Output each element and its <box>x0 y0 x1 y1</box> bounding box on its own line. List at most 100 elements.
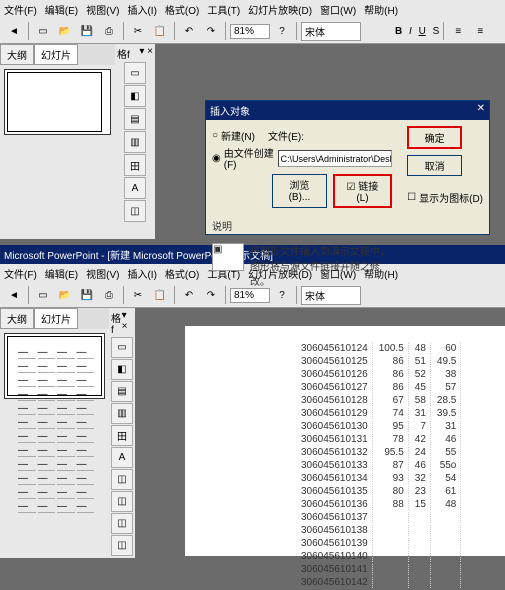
mid-toolbox: 格f▾ × ▭ ◧ ▤ ▥ 田 A ◫ ◫ ◫ ◫ <box>109 308 135 558</box>
tab-outline[interactable]: 大纲 <box>0 44 34 65</box>
font-select[interactable]: 宋体 <box>301 22 361 41</box>
table-row: 306045610139 <box>297 538 461 549</box>
undo-icon[interactable]: ↶ <box>179 21 199 41</box>
table-row: 306045610141 <box>297 564 461 575</box>
radio-from-file[interactable]: ◉由文件创建(F) C:\Users\Administrator\Desktop… <box>212 145 392 171</box>
tool-text[interactable]: A <box>111 447 133 468</box>
shadow-button[interactable]: S <box>433 26 440 37</box>
dialog-titlebar: 插入对象 ✕ <box>206 101 489 120</box>
zoom-select[interactable]: 81% <box>230 24 270 39</box>
italic-button[interactable]: I <box>409 26 412 37</box>
file-path-field[interactable]: C:\Users\Administrator\Desktop\如何在PowerP… <box>278 150 392 167</box>
menu-item[interactable]: 视图(V) <box>86 2 119 17</box>
mid-toolbox: 格f▾ × ▭ ◧ ▤ ▥ 田 A ◫ <box>115 44 155 239</box>
tool-6[interactable]: ◫ <box>124 200 146 222</box>
menu-item[interactable]: 幻灯片放映(D) <box>248 2 312 17</box>
desc-text: 将图形文件插入到演示文稿中，图形将与源文件链接并随之修改。 <box>250 243 390 288</box>
save-icon[interactable]: 💾 <box>77 285 97 305</box>
open-icon[interactable]: 📂 <box>55 21 75 41</box>
tool-9[interactable]: ◫ <box>111 535 133 556</box>
slide-thumbnail[interactable]: 1 ——————————————————————————————————————… <box>4 333 105 399</box>
menu-item[interactable]: 视图(V) <box>86 266 119 281</box>
doc-icon[interactable]: ▭ <box>33 285 53 305</box>
desc-icon: ▣ <box>212 243 244 271</box>
doc-icon[interactable]: ▭ <box>33 21 53 41</box>
slide-canvas[interactable]: 306045610124100.54860 306045610125865149.… <box>135 308 505 558</box>
table-row: 306045610135802361 <box>297 486 461 497</box>
cut-icon[interactable]: ✂ <box>128 21 148 41</box>
insert-object-dialog: 插入对象 ✕ ○新建(N) 文件(E): ◉由文件创建(F) C:\Users\… <box>205 100 490 235</box>
table-row: 30604561013095731 <box>297 421 461 432</box>
arrow-left-icon[interactable]: ◄ <box>4 21 24 41</box>
table-row: 306045610129743139.5 <box>297 408 461 419</box>
menu-item[interactable]: 格式(O) <box>165 266 199 281</box>
top-toolbar: ◄ ▭ 📂 💾 ⎙ ✂ 📋 ↶ ↷ 81% ? 宋体 B I U S ≡ ≡ <box>0 19 505 44</box>
tool-6[interactable]: ◫ <box>111 469 133 490</box>
help-icon[interactable]: ? <box>272 21 292 41</box>
menu-item[interactable]: 工具(T) <box>207 2 240 17</box>
table-row: 306045610126865238 <box>297 369 461 380</box>
menu-item[interactable]: 窗口(W) <box>320 2 356 17</box>
tool-text[interactable]: A <box>124 177 146 199</box>
table-row: 306045610128675828.5 <box>297 395 461 406</box>
menu-item[interactable]: 格式(O) <box>165 2 199 17</box>
table-row: 306045610136881548 <box>297 499 461 510</box>
menu-item[interactable]: 插入(I) <box>127 2 156 17</box>
ok-button[interactable]: 确定 <box>407 126 462 149</box>
tool-8[interactable]: ◫ <box>111 513 133 534</box>
table-row: 306045610124100.54860 <box>297 343 461 354</box>
arrow-left-icon[interactable]: ◄ <box>4 285 24 305</box>
tool-1[interactable]: ▭ <box>111 337 133 358</box>
table-row: 306045610134933254 <box>297 473 461 484</box>
undo-icon[interactable]: ↶ <box>179 285 199 305</box>
bold-button[interactable]: B <box>395 26 402 37</box>
print-icon[interactable]: ⎙ <box>99 285 119 305</box>
table-row: 306045610137 <box>297 512 461 523</box>
paste-icon[interactable]: 📋 <box>150 285 170 305</box>
underline-button[interactable]: U <box>419 26 426 37</box>
redo-icon[interactable]: ↷ <box>201 21 221 41</box>
menu-item[interactable]: 文件(F) <box>4 2 37 17</box>
top-menubar: 文件(F) 编辑(E) 视图(V) 插入(I) 格式(O) 工具(T) 幻灯片放映(D) 窗口… <box>0 0 505 19</box>
print-icon[interactable]: ⎙ <box>99 21 119 41</box>
tool-5[interactable]: 田 <box>111 425 133 446</box>
open-icon[interactable]: 📂 <box>55 285 75 305</box>
slide-thumbnail[interactable]: 1 <box>4 69 111 135</box>
outline-pane: 大纲 幻灯片 1 ———————————————————————————————… <box>0 308 109 558</box>
link-checkbox[interactable]: ☑ 链接(L) <box>333 174 392 208</box>
menu-item[interactable]: 插入(I) <box>127 266 156 281</box>
paste-icon[interactable]: 📋 <box>150 21 170 41</box>
table-row: 306045610131784246 <box>297 434 461 445</box>
tool-1[interactable]: ▭ <box>124 62 146 84</box>
table-row: 306045610140 <box>297 551 461 562</box>
tool-2[interactable]: ◧ <box>124 85 146 107</box>
data-table: 306045610124100.54860 306045610125865149.… <box>295 341 463 590</box>
tool-4[interactable]: ▥ <box>111 403 133 424</box>
menu-item[interactable]: 编辑(E) <box>45 2 78 17</box>
align-left-icon[interactable]: ≡ <box>448 21 468 41</box>
table-row: 306045610138 <box>297 525 461 536</box>
menu-item[interactable]: 文件(F) <box>4 266 37 281</box>
menu-item[interactable]: 编辑(E) <box>45 266 78 281</box>
tab-outline[interactable]: 大纲 <box>0 308 34 329</box>
cut-icon[interactable]: ✂ <box>128 285 148 305</box>
table-row: 306045610125865149.5 <box>297 356 461 367</box>
tool-7[interactable]: ◫ <box>111 491 133 512</box>
tool-3[interactable]: ▤ <box>111 381 133 402</box>
tab-slides[interactable]: 幻灯片 <box>34 44 78 65</box>
table-row: 306045610133874655o <box>297 460 461 471</box>
show-as-icon-checkbox[interactable]: ☐ 显示为图标(D) <box>407 190 483 205</box>
tool-5[interactable]: 田 <box>124 154 146 176</box>
align-center-icon[interactable]: ≡ <box>470 21 490 41</box>
close-icon[interactable]: ✕ <box>477 103 485 118</box>
browse-button[interactable]: 浏览(B)... <box>272 174 327 208</box>
save-icon[interactable]: 💾 <box>77 21 97 41</box>
tool-2[interactable]: ◧ <box>111 359 133 380</box>
cancel-button[interactable]: 取消 <box>407 155 462 176</box>
tool-3[interactable]: ▤ <box>124 108 146 130</box>
menu-item[interactable]: 帮助(H) <box>364 2 398 17</box>
tab-slides[interactable]: 幻灯片 <box>34 308 78 329</box>
tool-4[interactable]: ▥ <box>124 131 146 153</box>
outline-pane: 大纲 幻灯片 1 <box>0 44 115 239</box>
radio-new[interactable]: ○新建(N) 文件(E): <box>212 128 392 143</box>
